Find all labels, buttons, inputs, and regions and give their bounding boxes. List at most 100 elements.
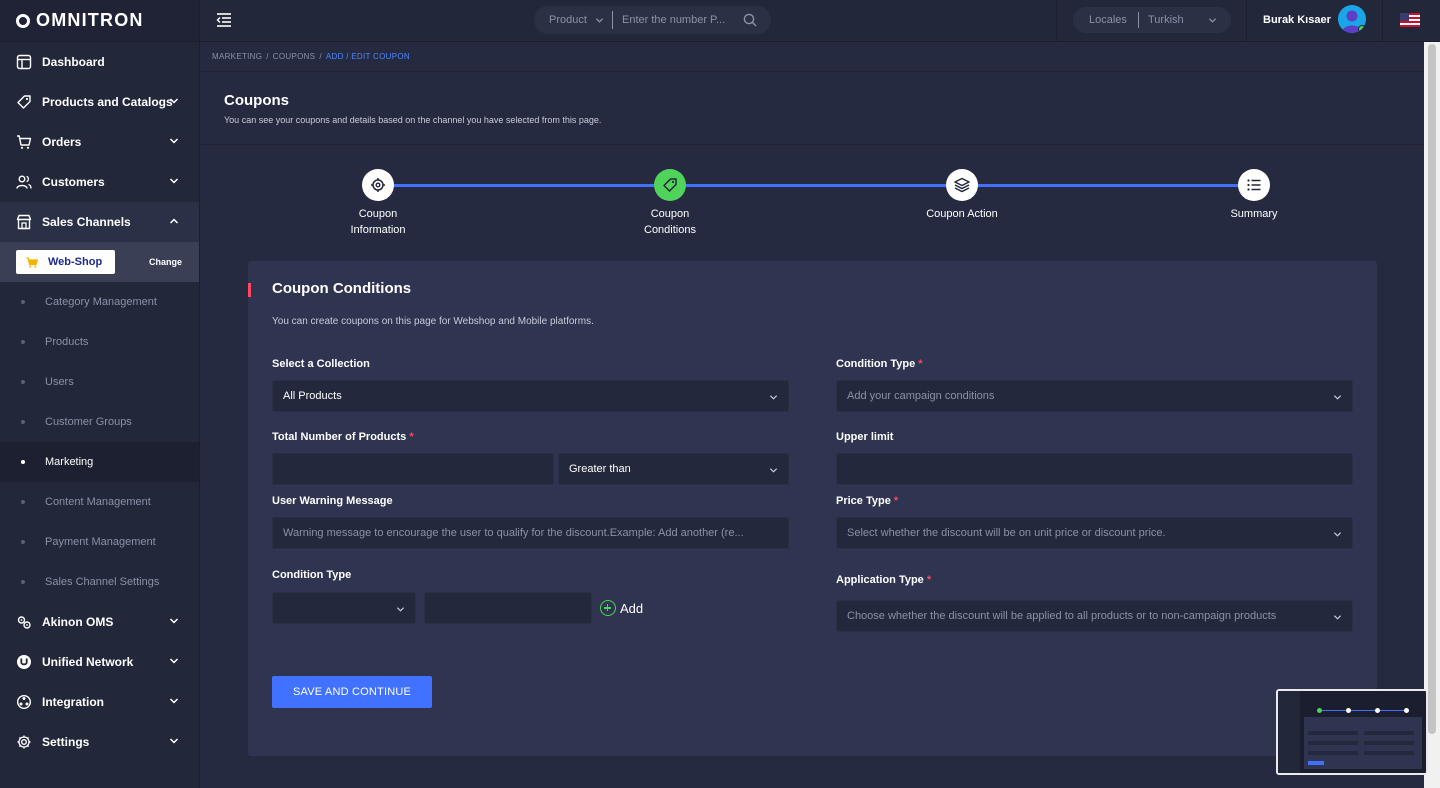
minimap-field [1364, 731, 1414, 735]
sidebar-item-settings[interactable]: Settings [0, 722, 199, 762]
breadcrumb-separator: / [319, 52, 322, 61]
total-products-label: Total Number of Products * [272, 431, 414, 443]
flag-icon[interactable] [1400, 13, 1420, 27]
chevron-down-icon [1333, 532, 1342, 537]
breadcrumb-separator: / [266, 52, 269, 61]
sidebar-subitem-customer-groups[interactable]: Customer Groups [0, 402, 199, 442]
sidebar-item-label: Sales Channels [42, 215, 131, 229]
sidebar-subitem-category-management[interactable]: Category Management [0, 282, 199, 322]
step-circle [1238, 169, 1270, 201]
add-condition-label: Add [620, 600, 644, 616]
topbar-separator [1056, 0, 1057, 42]
menu-collapse-icon[interactable] [216, 13, 232, 27]
condition-amount-input[interactable] [424, 592, 592, 624]
dashboard-icon [15, 53, 33, 71]
step-coupon-action[interactable]: Coupon Action [902, 169, 1022, 222]
breadcrumb-item-coupons[interactable]: COUPONS [273, 52, 316, 61]
channel-name: Web-Shop [48, 256, 103, 268]
sidebar-item-dashboard[interactable]: Dashboard [0, 42, 199, 82]
minimap-field [1364, 751, 1414, 755]
tag-icon [663, 178, 677, 192]
sidebar-item-label: Dashboard [42, 55, 105, 69]
search-input[interactable]: Enter the number P... [613, 14, 743, 26]
minimap-field [1308, 741, 1358, 745]
card-description: You can create coupons on this page for … [272, 316, 594, 327]
step-label: Coupon Conditions [610, 206, 730, 238]
sidebar-subitem-payment-management[interactable]: Payment Management [0, 522, 199, 562]
topbar: Product Enter the number P... Locales Tu… [200, 0, 1440, 42]
sidebar-item-orders[interactable]: Orders [0, 122, 199, 162]
chevron-down-icon [169, 138, 179, 144]
minimap-step-dot [1375, 708, 1380, 713]
locale-selector[interactable]: Locales Turkish [1073, 7, 1231, 33]
sidebar-item-integration[interactable]: Integration [0, 682, 199, 722]
application-type-label: Application Type * [836, 574, 931, 586]
sidebar-item-customers[interactable]: Customers [0, 162, 199, 202]
price-type-label: Price Type * [836, 495, 898, 507]
price-type-label-text: Price Type [836, 495, 891, 507]
price-type-select[interactable]: Select whether the discount will be on u… [836, 517, 1353, 549]
comparator-value: Greater than [569, 463, 631, 475]
sidebar-item-label: Akinon OMS [42, 615, 114, 629]
warning-message-placeholder: Warning message to encourage the user to… [283, 527, 744, 539]
sidebar-subitem-sales-channel-settings[interactable]: Sales Channel Settings [0, 562, 199, 602]
add-condition-button[interactable]: Add [600, 600, 643, 616]
topbar-separator [1246, 0, 1247, 42]
collection-select[interactable]: All Products [272, 380, 789, 412]
sidebar-item-label: Integration [42, 695, 104, 709]
channel-change-button[interactable]: Change [149, 257, 182, 267]
scrollbar-thumb[interactable] [1428, 44, 1436, 734]
chevron-down-icon [169, 738, 179, 744]
step-circle [946, 169, 978, 201]
sidebar-subitem-users[interactable]: Users [0, 362, 199, 402]
chevron-down-icon [595, 17, 604, 23]
step-coupon-information[interactable]: Coupon Information [318, 169, 438, 238]
locale-value: Turkish [1148, 14, 1184, 26]
chevron-down-icon [396, 607, 405, 612]
step-summary[interactable]: Summary [1194, 169, 1314, 222]
chevron-down-icon [169, 618, 179, 624]
users-icon [15, 173, 33, 191]
logo-text: OMNITRON [36, 10, 144, 30]
search-icon[interactable] [743, 13, 757, 27]
channel-pill[interactable]: Web-Shop [16, 250, 115, 274]
shopping-cart-icon [26, 256, 38, 268]
comparator-select[interactable]: Greater than [558, 453, 789, 485]
list-icon [1247, 179, 1261, 191]
chevron-down-icon [169, 178, 179, 184]
condition-type-right-label-text: Condition Type [836, 358, 916, 370]
stepper-progress-line [378, 184, 1254, 187]
minimap-stepper-line [1318, 710, 1408, 711]
sidebar-item-akinon-oms[interactable]: Akinon OMS [0, 602, 199, 642]
search-type-select[interactable]: Product [534, 14, 612, 26]
campaign-condition-select[interactable]: Add your campaign conditions [836, 380, 1353, 412]
sidebar-item-products-catalogs[interactable]: Products and Catalogs [0, 82, 199, 122]
save-and-continue-button[interactable]: SAVE AND CONTINUE [272, 676, 432, 708]
sidebar-item-label: Settings [42, 735, 90, 749]
breadcrumb: MARKETING / COUPONS / ADD / EDIT COUPON [212, 52, 410, 61]
cart-icon [15, 133, 33, 151]
required-marker: * [409, 431, 414, 443]
sidebar-item-sales-channels[interactable]: Sales Channels [0, 202, 199, 242]
sidebar-subitem-marketing[interactable]: Marketing [0, 442, 199, 482]
application-type-select[interactable]: Choose whether the discount will be appl… [836, 600, 1353, 632]
total-products-input[interactable] [272, 453, 554, 485]
condition-type-left-select[interactable] [272, 592, 416, 624]
global-search: Product Enter the number P... [534, 6, 771, 34]
avatar[interactable] [1338, 5, 1366, 33]
logo[interactable]: OMNITRON [0, 0, 199, 42]
breadcrumb-item-marketing[interactable]: MARKETING [212, 52, 262, 61]
sidebar-subitem-content-management[interactable]: Content Management [0, 482, 199, 522]
chevron-down-icon [1333, 615, 1342, 620]
chevron-down-icon [169, 98, 179, 104]
application-type-label-text: Application Type [836, 574, 924, 586]
page-minimap[interactable] [1276, 689, 1428, 775]
upper-limit-input[interactable] [836, 453, 1353, 485]
chevron-down-icon [1208, 17, 1217, 23]
sidebar-subitem-products[interactable]: Products [0, 322, 199, 362]
sidebar-item-unified-network[interactable]: Unified Network [0, 642, 199, 682]
condition-type-left-label: Condition Type [272, 569, 352, 581]
user-name[interactable]: Burak Kısaer [1263, 14, 1331, 26]
step-coupon-conditions[interactable]: Coupon Conditions [610, 169, 730, 238]
warning-message-input[interactable]: Warning message to encourage the user to… [272, 517, 789, 549]
